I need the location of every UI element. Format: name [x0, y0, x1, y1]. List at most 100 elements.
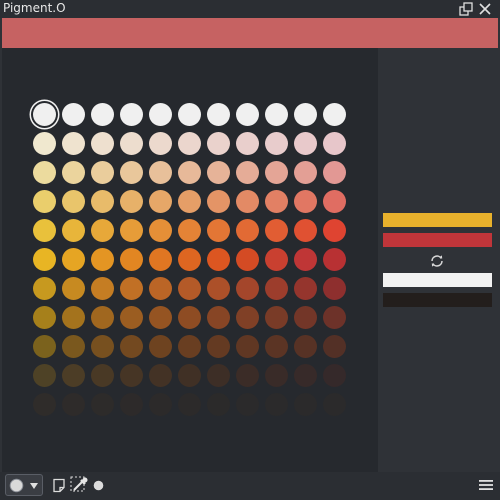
- color-swatch[interactable]: [33, 103, 56, 126]
- color-swatch[interactable]: [207, 219, 230, 242]
- color-swatch[interactable]: [149, 132, 172, 155]
- swap-colors-icon[interactable]: [429, 253, 445, 269]
- color-swatch[interactable]: [207, 248, 230, 271]
- color-swatch[interactable]: [62, 103, 85, 126]
- color-swatch[interactable]: [62, 161, 85, 184]
- color-swatch[interactable]: [236, 364, 259, 387]
- color-swatch[interactable]: [265, 161, 288, 184]
- color-swatch[interactable]: [178, 393, 201, 416]
- color-swatch[interactable]: [33, 277, 56, 300]
- color-swatch[interactable]: [149, 161, 172, 184]
- color-swatch[interactable]: [62, 132, 85, 155]
- color-swatch[interactable]: [236, 103, 259, 126]
- color-swatch[interactable]: [33, 219, 56, 242]
- black-color-bar[interactable]: [383, 293, 492, 307]
- color-swatch[interactable]: [265, 103, 288, 126]
- color-swatch[interactable]: [323, 161, 346, 184]
- color-swatch[interactable]: [120, 306, 143, 329]
- color-swatch[interactable]: [149, 306, 172, 329]
- color-swatch[interactable]: [178, 364, 201, 387]
- color-swatch[interactable]: [62, 190, 85, 213]
- color-swatch[interactable]: [294, 190, 317, 213]
- color-swatch[interactable]: [62, 364, 85, 387]
- color-swatch[interactable]: [265, 306, 288, 329]
- color-swatch[interactable]: [120, 335, 143, 358]
- color-swatch[interactable]: [91, 393, 114, 416]
- color-swatch[interactable]: [265, 219, 288, 242]
- color-swatch[interactable]: [149, 219, 172, 242]
- color-swatch[interactable]: [236, 190, 259, 213]
- color-swatch[interactable]: [265, 364, 288, 387]
- color-swatch[interactable]: [91, 306, 114, 329]
- color-swatch[interactable]: [294, 364, 317, 387]
- color-swatch[interactable]: [294, 219, 317, 242]
- color-swatch[interactable]: [323, 190, 346, 213]
- color-swatch[interactable]: [294, 335, 317, 358]
- color-swatch[interactable]: [33, 132, 56, 155]
- color-swatch[interactable]: [207, 335, 230, 358]
- color-swatch[interactable]: [33, 335, 56, 358]
- color-swatch[interactable]: [294, 306, 317, 329]
- color-swatch[interactable]: [33, 161, 56, 184]
- color-swatch[interactable]: [33, 306, 56, 329]
- color-swatch[interactable]: [120, 364, 143, 387]
- color-swatch[interactable]: [149, 248, 172, 271]
- active-color-strip[interactable]: [2, 18, 498, 48]
- color-swatch[interactable]: [236, 277, 259, 300]
- mode-dropdown-button[interactable]: [5, 474, 43, 496]
- color-swatch[interactable]: [62, 219, 85, 242]
- color-swatch[interactable]: [62, 248, 85, 271]
- white-color-bar[interactable]: [383, 273, 492, 287]
- color-swatch[interactable]: [207, 190, 230, 213]
- color-swatch[interactable]: [33, 364, 56, 387]
- color-swatch[interactable]: [91, 219, 114, 242]
- background-color-bar[interactable]: [383, 233, 492, 247]
- color-swatch[interactable]: [178, 161, 201, 184]
- color-swatch[interactable]: [294, 132, 317, 155]
- color-swatch[interactable]: [91, 364, 114, 387]
- color-swatch[interactable]: [149, 190, 172, 213]
- color-swatch[interactable]: [91, 161, 114, 184]
- color-swatch[interactable]: [323, 132, 346, 155]
- color-swatch[interactable]: [91, 190, 114, 213]
- color-swatch[interactable]: [207, 306, 230, 329]
- color-swatch[interactable]: [120, 393, 143, 416]
- color-swatch[interactable]: [207, 364, 230, 387]
- color-swatch[interactable]: [323, 219, 346, 242]
- color-swatch[interactable]: [120, 161, 143, 184]
- color-swatch[interactable]: [294, 393, 317, 416]
- note-icon[interactable]: [52, 478, 66, 493]
- color-swatch[interactable]: [178, 306, 201, 329]
- color-swatch[interactable]: [236, 335, 259, 358]
- foreground-color-bar[interactable]: [383, 213, 492, 227]
- color-swatch[interactable]: [323, 306, 346, 329]
- color-swatch[interactable]: [91, 335, 114, 358]
- color-swatch[interactable]: [323, 364, 346, 387]
- color-swatch[interactable]: [33, 248, 56, 271]
- color-swatch[interactable]: [178, 277, 201, 300]
- color-swatch[interactable]: [265, 393, 288, 416]
- color-swatch[interactable]: [33, 393, 56, 416]
- color-swatch[interactable]: [91, 248, 114, 271]
- color-swatch[interactable]: [149, 393, 172, 416]
- color-swatch[interactable]: [265, 190, 288, 213]
- color-swatch[interactable]: [236, 161, 259, 184]
- dot-icon[interactable]: [93, 480, 104, 491]
- color-swatch[interactable]: [294, 248, 317, 271]
- color-swatch[interactable]: [33, 190, 56, 213]
- color-swatch[interactable]: [178, 190, 201, 213]
- color-swatch[interactable]: [149, 364, 172, 387]
- color-swatch[interactable]: [91, 103, 114, 126]
- color-swatch[interactable]: [265, 248, 288, 271]
- color-swatch[interactable]: [207, 393, 230, 416]
- color-swatch[interactable]: [207, 103, 230, 126]
- color-swatch[interactable]: [236, 248, 259, 271]
- color-swatch[interactable]: [149, 335, 172, 358]
- color-swatch[interactable]: [323, 393, 346, 416]
- color-swatch[interactable]: [120, 277, 143, 300]
- color-swatch[interactable]: [91, 132, 114, 155]
- color-swatch[interactable]: [62, 277, 85, 300]
- color-swatch[interactable]: [120, 219, 143, 242]
- color-swatch[interactable]: [178, 103, 201, 126]
- color-swatch[interactable]: [120, 190, 143, 213]
